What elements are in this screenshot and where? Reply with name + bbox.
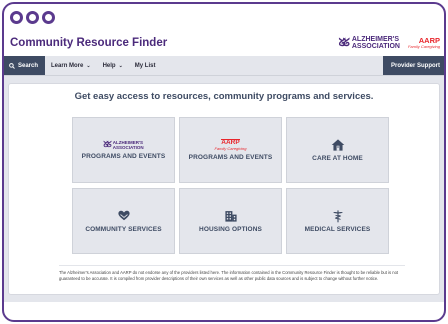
tile-label: HOUSING OPTIONS [199, 226, 262, 233]
tile-alz-programs-events[interactable]: ᘜᘜ ALZHEIMER'S ASSOCIATION PROGRAMS AND E… [72, 117, 175, 183]
content-panel: Get easy access to resources, community … [8, 83, 440, 295]
resource-tile-grid: ᘜᘜ ALZHEIMER'S ASSOCIATION PROGRAMS AND E… [72, 117, 389, 254]
aarp-logo[interactable]: AARP Family Caregiving [408, 37, 440, 49]
provider-support-button[interactable]: Provider Support [382, 56, 444, 75]
aarp-logo-name: AARP [418, 36, 440, 45]
nav-search-label: Search [18, 62, 39, 69]
chevron-down-icon: ⌄ [86, 62, 91, 69]
window-control-maximize[interactable] [42, 10, 55, 24]
caduceus-icon [332, 210, 343, 223]
nav-search-button[interactable]: Search [4, 56, 46, 75]
tile-label: PROGRAMS AND EVENTS [188, 154, 273, 161]
nav-item-learn-more[interactable]: Learn More ⌄ [45, 56, 97, 75]
window-control-minimize[interactable] [26, 10, 39, 24]
home-icon [331, 139, 344, 151]
tile-label: COMMUNITY SERVICES [85, 226, 162, 233]
alz-logo-line1: ALZHEIMER'S [351, 36, 400, 43]
browser-window: Community Resource Finder ᘜᘜ ALZHEIMER'S… [2, 2, 446, 322]
tile-label: MEDICAL SERVICES [304, 226, 371, 233]
tile-aarp-programs-events[interactable]: AARP Family Caregiving PROGRAMS AND EVEN… [179, 117, 282, 183]
window-control-close[interactable] [10, 10, 23, 24]
site-header: Community Resource Finder ᘜᘜ ALZHEIMER'S… [4, 30, 444, 56]
tile-housing-options[interactable]: HOUSING OPTIONS [179, 188, 282, 254]
alzheimers-association-logo[interactable]: ᘜᘜ ALZHEIMER'S ASSOCIATION [339, 36, 400, 50]
heart-hands-icon [117, 210, 130, 221]
disclaimer-text: The Alzheimer's Association and AARP do … [59, 265, 405, 282]
alz-logo-line2: ASSOCIATION [351, 43, 400, 50]
tile-label: CARE AT HOME [312, 155, 363, 162]
page-headline: Get easy access to resources, community … [74, 91, 374, 102]
nav-item-my-list[interactable]: My List [129, 56, 162, 75]
chevron-down-icon: ⌄ [118, 62, 123, 69]
aarp-logo-tagline: Family Caregiving [407, 44, 440, 49]
alzheimers-logo-icon: ᘜᘜ ALZHEIMER'S ASSOCIATION [103, 140, 144, 150]
tile-care-at-home[interactable]: CARE AT HOME [286, 117, 389, 183]
tile-medical-services[interactable]: MEDICAL SERVICES [286, 188, 389, 254]
alzheimers-mark-icon: ᘜᘜ [338, 36, 350, 49]
tile-community-services[interactable]: COMMUNITY SERVICES [72, 188, 175, 254]
tile-label: PROGRAMS AND EVENTS [81, 153, 166, 160]
building-icon [224, 211, 237, 222]
partner-logos: ᘜᘜ ALZHEIMER'S ASSOCIATION AARP Family C… [339, 36, 440, 50]
main-nav: Search Learn More ⌄ Help ⌄ My List Provide… [4, 56, 444, 76]
search-icon [9, 62, 15, 69]
app-title: Community Resource Finder [10, 37, 168, 49]
nav-item-help[interactable]: Help ⌄ [97, 56, 129, 75]
aarp-logo-icon: AARP Family Caregiving [214, 139, 247, 151]
window-titlebar [4, 4, 444, 30]
main-content: Get easy access to resources, community … [4, 76, 444, 302]
